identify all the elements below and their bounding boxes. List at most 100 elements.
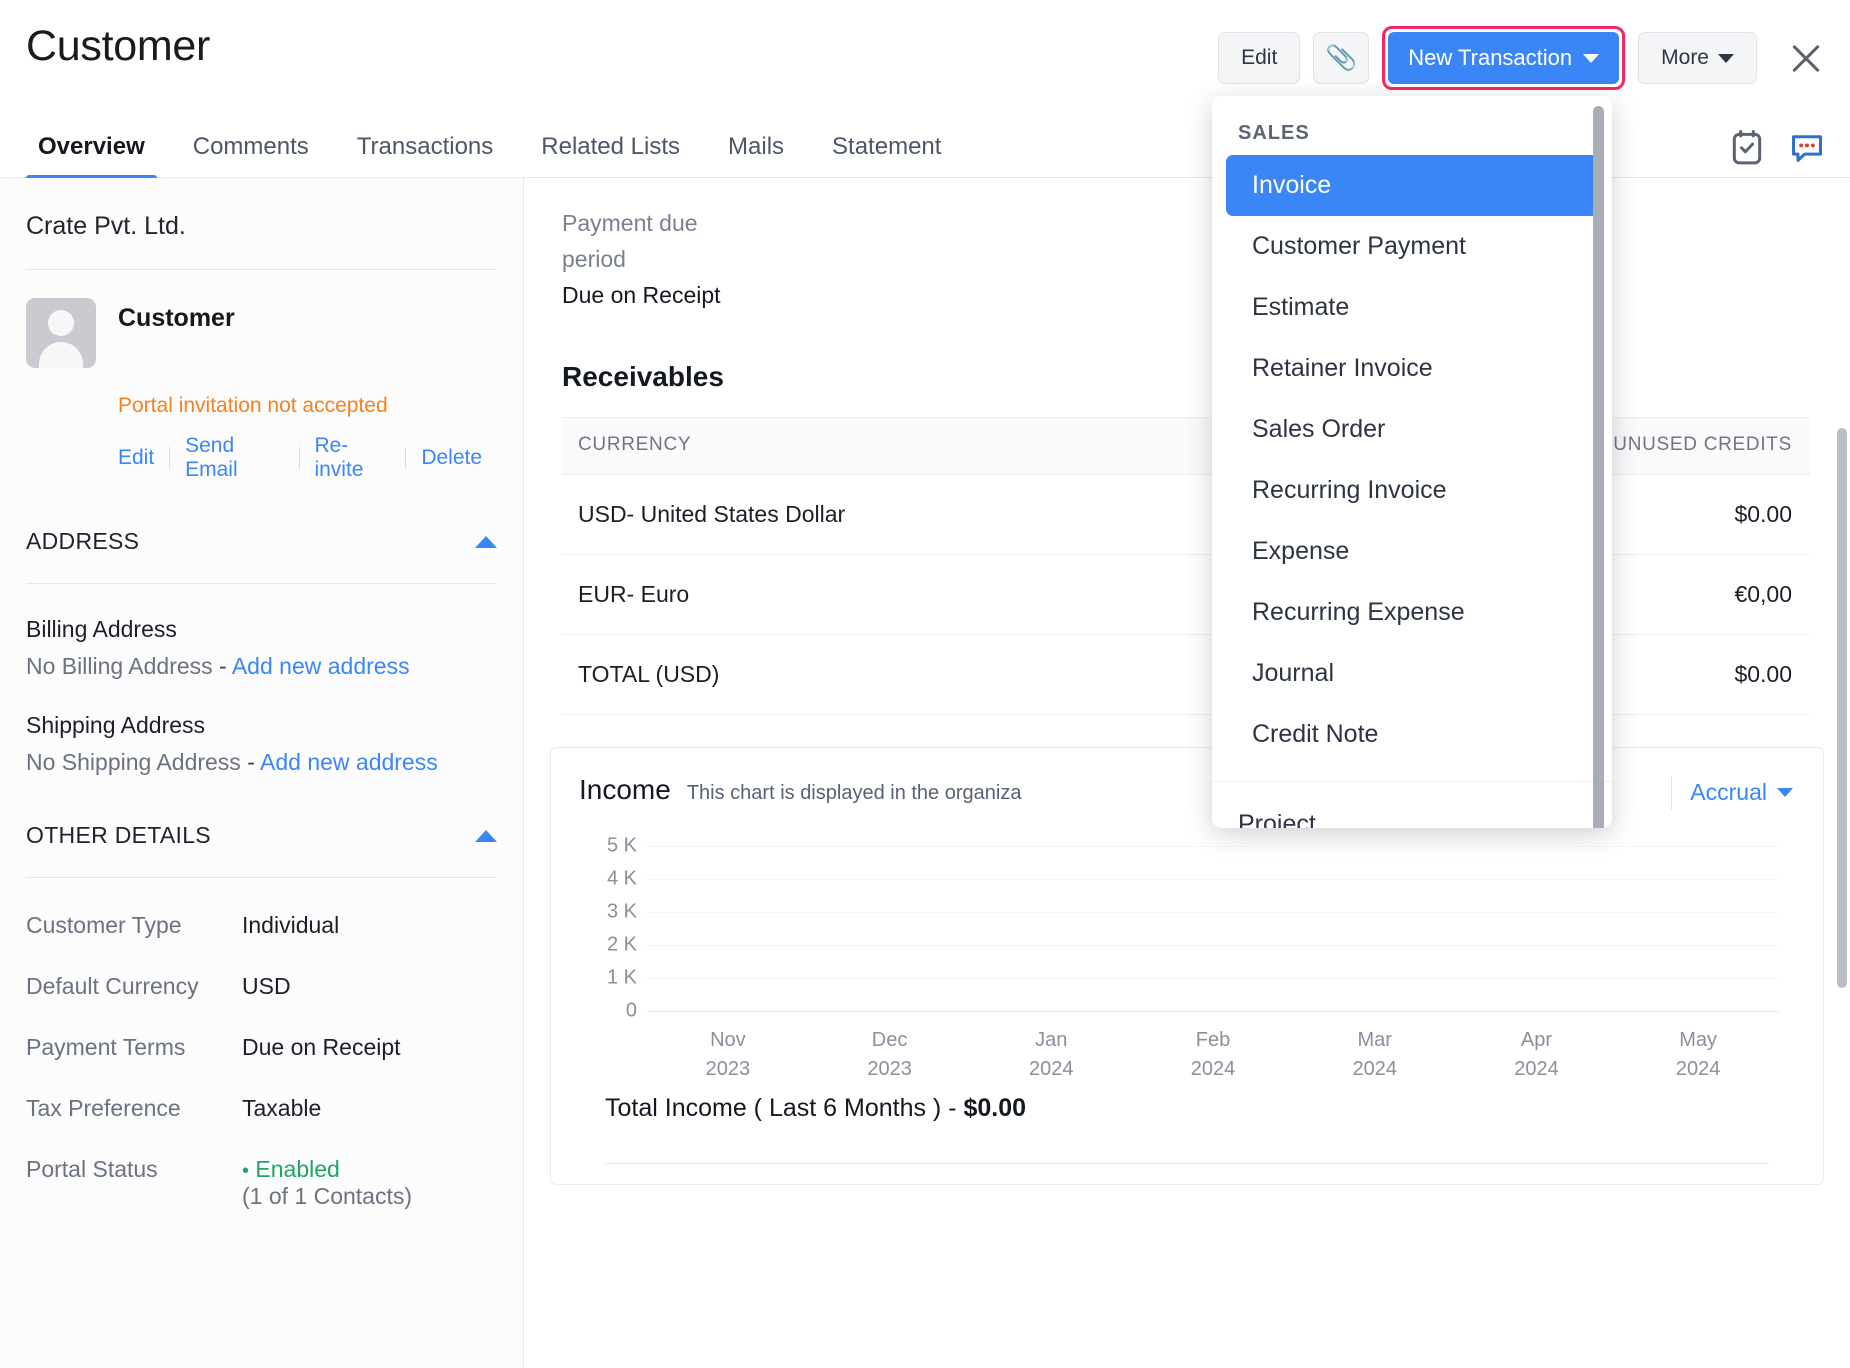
portal-status-value-group: • Enabled (1 of 1 Contacts)	[242, 1156, 412, 1210]
payment-terms-value: Due on Receipt	[242, 1034, 401, 1060]
income-chart-plot: 5 K 4 K 3 K 2 K 1 K 0 Nov 2023 Dec 2023 …	[579, 834, 1795, 1080]
x-axis-labels: Nov 2023 Dec 2023 Jan 2024 Feb 2024 Mar 2024 …	[647, 1026, 1779, 1084]
payment-due-period-label: Payment due period	[562, 210, 698, 272]
company-name: Crate Pvt. Ltd.	[26, 212, 186, 240]
portal-status-value: Enabled	[255, 1156, 340, 1182]
portal-status-label: Portal Status	[26, 1156, 158, 1182]
contact-reinvite-link[interactable]: Re-invite	[299, 434, 405, 482]
contact-name: Customer	[118, 304, 235, 332]
tab-transactions[interactable]: Transactions	[333, 116, 518, 178]
x-tick-year: 2023	[867, 1057, 912, 1080]
dropdown-item-customer-payment[interactable]: Customer Payment	[1226, 216, 1598, 277]
chart-gridlines	[647, 845, 1779, 1012]
x-tick-label: Apr 2024	[1456, 1026, 1618, 1084]
detail-row: Customer Type Individual	[26, 912, 497, 939]
accrual-dropdown[interactable]: Accrual	[1690, 779, 1793, 806]
tab-bar-icons	[1728, 128, 1826, 166]
detail-row: Default Currency USD	[26, 973, 497, 1000]
currency-cell: EUR- Euro	[562, 554, 1087, 635]
dropdown-item-invoice[interactable]: Invoice	[1226, 155, 1598, 216]
attachment-button[interactable]: 📎	[1313, 32, 1370, 84]
payment-terms-label: Payment Terms	[26, 1034, 186, 1060]
portal-status-contacts: (1 of 1 Contacts)	[242, 1183, 413, 1209]
tax-preference-value: Taxable	[242, 1095, 322, 1121]
dash: -	[219, 653, 227, 679]
tax-preference-label: Tax Preference	[26, 1095, 181, 1121]
y-tick-label: 3 K	[606, 900, 637, 923]
contact-edit-link[interactable]: Edit	[118, 446, 169, 470]
new-transaction-label: New Transaction	[1408, 45, 1573, 70]
divider	[1671, 775, 1673, 810]
y-tick-label: 4 K	[606, 867, 637, 890]
gridline	[647, 845, 1779, 847]
more-button[interactable]: More	[1638, 32, 1757, 84]
x-tick-year: 2024	[1514, 1057, 1559, 1080]
new-transaction-button[interactable]: New Transaction	[1388, 32, 1620, 84]
add-shipping-address-link[interactable]: Add new address	[260, 749, 438, 775]
dropdown-item-estimate[interactable]: Estimate	[1226, 277, 1598, 338]
x-tick-year: 2023	[705, 1057, 751, 1080]
tab-statement[interactable]: Statement	[808, 116, 965, 178]
contact-delete-link[interactable]: Delete	[406, 446, 497, 470]
shipping-address-label: Shipping Address	[26, 712, 206, 738]
other-details-section-title: OTHER DETAILS	[26, 822, 211, 848]
tab-overview[interactable]: Overview	[14, 116, 169, 180]
dropdown-item-project[interactable]: Project	[1212, 782, 1612, 828]
chevron-down-icon	[1583, 53, 1600, 63]
dropdown-item-recurring-invoice[interactable]: Recurring Invoice	[1226, 460, 1598, 521]
tab-related-lists[interactable]: Related Lists	[517, 116, 704, 178]
detail-row: Payment Terms Due on Receipt	[26, 1034, 497, 1061]
billing-address-value: No Billing Address - Add new address	[26, 653, 497, 680]
x-tick-month: Nov	[710, 1028, 746, 1051]
receivables-title: Receivables	[562, 360, 724, 392]
add-billing-address-link[interactable]: Add new address	[232, 653, 410, 679]
x-tick-label: Nov 2023	[647, 1026, 809, 1084]
tab-comments[interactable]: Comments	[169, 116, 333, 178]
x-tick-month: Jan	[1035, 1028, 1068, 1051]
dropdown-scrollbar[interactable]	[1593, 106, 1604, 828]
dropdown-item-recurring-expense[interactable]: Recurring Expense	[1226, 582, 1598, 643]
address-section-header[interactable]: ADDRESS	[26, 482, 497, 555]
divider	[26, 583, 497, 584]
total-income-value: $0.00	[963, 1093, 1027, 1122]
dropdown-item-retainer-invoice[interactable]: Retainer Invoice	[1226, 338, 1598, 399]
contact-block: Customer	[26, 270, 497, 368]
detail-row: Tax Preference Taxable	[26, 1095, 497, 1122]
contact-actions: Edit Send Email Re-invite Delete	[118, 434, 497, 482]
dropdown-item-sales-order[interactable]: Sales Order	[1226, 399, 1598, 460]
page-scrollbar[interactable]	[1837, 428, 1847, 988]
comment-bubble-icon[interactable]	[1788, 128, 1826, 166]
dropdown-item-expense[interactable]: Expense	[1226, 521, 1598, 582]
x-tick-label: Mar 2024	[1294, 1026, 1456, 1084]
x-tick-year: 2024	[1675, 1057, 1721, 1080]
more-label: More	[1661, 46, 1709, 69]
other-details-section-header[interactable]: OTHER DETAILS	[26, 776, 497, 849]
close-icon[interactable]	[1784, 36, 1828, 80]
status-badge: • Enabled	[242, 1156, 412, 1183]
customer-type-label: Customer Type	[26, 912, 182, 938]
gridline-baseline	[647, 1010, 1779, 1012]
dropdown-item-journal[interactable]: Journal	[1226, 643, 1598, 704]
gridline	[647, 911, 1779, 913]
divider	[605, 1162, 1769, 1164]
chevron-up-icon[interactable]	[475, 535, 497, 548]
portal-invitation-status: Portal invitation not accepted	[118, 394, 388, 417]
avatar	[26, 298, 96, 368]
contact-send-email-link[interactable]: Send Email	[170, 434, 298, 482]
x-tick-month: Feb	[1195, 1028, 1231, 1051]
x-tick-label: Jan 2024	[970, 1026, 1132, 1084]
billing-address-label: Billing Address	[26, 616, 177, 642]
task-clipboard-icon[interactable]	[1728, 128, 1766, 166]
income-chart-controls: Accrual	[1671, 775, 1793, 810]
default-currency-label: Default Currency	[26, 973, 199, 999]
income-chart-note: This chart is displayed in the organiza	[686, 781, 1022, 804]
x-tick-month: Apr	[1520, 1028, 1553, 1051]
chevron-down-icon	[1777, 788, 1793, 798]
dropdown-item-credit-note[interactable]: Credit Note	[1226, 704, 1598, 765]
chevron-up-icon[interactable]	[475, 829, 497, 842]
total-label-cell: TOTAL (USD)	[562, 634, 1087, 715]
edit-button[interactable]: Edit	[1218, 32, 1301, 84]
tab-mails[interactable]: Mails	[704, 116, 808, 178]
billing-address-empty: No Billing Address	[26, 653, 213, 679]
y-tick-label: 0	[625, 999, 637, 1022]
